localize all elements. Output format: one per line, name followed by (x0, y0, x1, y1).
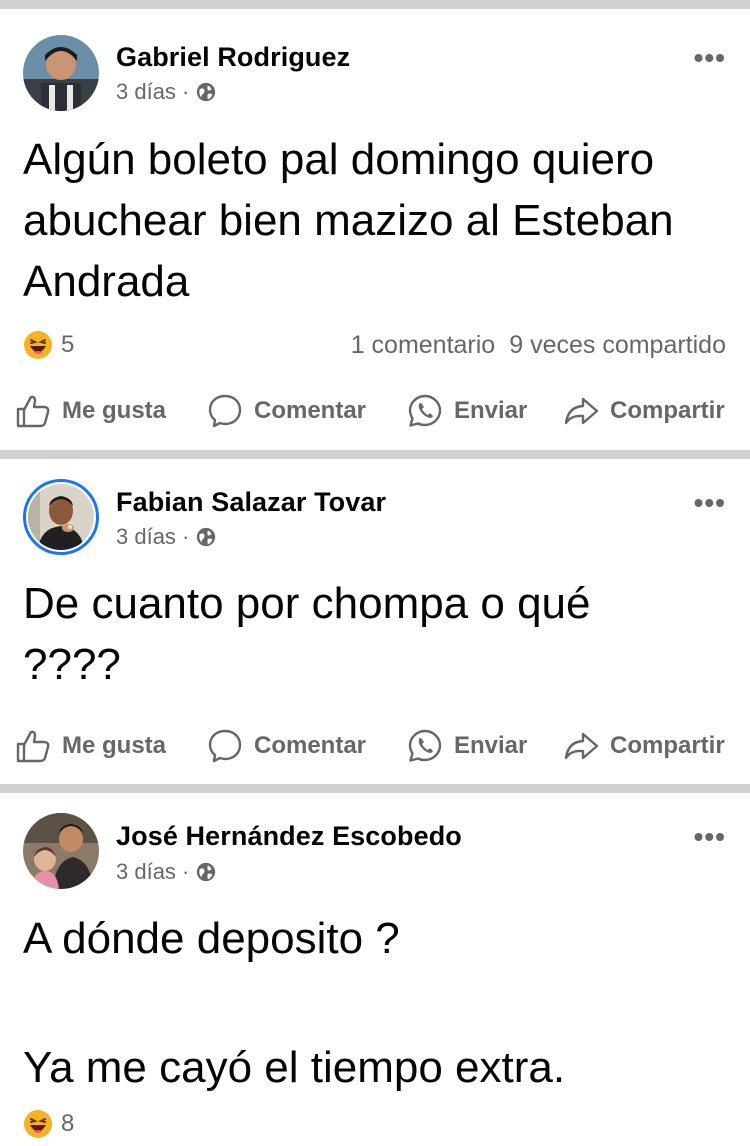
share-arrow-icon (564, 397, 599, 425)
like-label: Me gusta (62, 397, 167, 424)
comment-button[interactable]: Comentar (206, 721, 366, 771)
avatar-image (28, 484, 94, 550)
meta-separator: · (181, 859, 190, 884)
share-count-link[interactable]: 9 veces compartido (509, 331, 726, 360)
post-meta: 3 días · (116, 524, 217, 550)
haha-emoji-icon (24, 1110, 52, 1138)
send-button[interactable]: Enviar (406, 721, 527, 771)
avatar-image (23, 813, 99, 889)
avatar[interactable] (23, 813, 99, 889)
avatar[interactable] (23, 479, 99, 555)
avatar[interactable] (23, 35, 99, 111)
like-button[interactable]: Me gusta (14, 721, 166, 771)
feed-divider (0, 450, 750, 459)
share-button[interactable]: Compartir (562, 386, 725, 436)
comment-label: Comentar (254, 397, 367, 424)
post-time[interactable]: 3 días (116, 79, 176, 105)
thumbs-up-icon (16, 395, 50, 428)
send-button[interactable]: Enviar (406, 386, 527, 436)
post-meta: 3 días · (116, 79, 217, 105)
feed-divider (0, 784, 750, 793)
post-stats: 1 comentario 9 veces compartido (351, 331, 726, 360)
send-label: Enviar (454, 732, 528, 759)
globe-icon (197, 527, 216, 547)
globe-icon (197, 82, 216, 102)
reaction-summary[interactable]: 5 (23, 330, 74, 360)
author-name[interactable]: Gabriel Rodriguez (116, 42, 350, 73)
author-name[interactable]: Fabian Salazar Tovar (116, 487, 386, 518)
send-label: Enviar (454, 397, 528, 424)
more-options-button[interactable]: ••• (694, 44, 726, 72)
reaction-count: 8 (61, 1110, 75, 1137)
comment-label: Comentar (254, 732, 367, 759)
post-actions: Me gusta Comentar Enviar Compartir (0, 721, 750, 771)
whatsapp-icon (408, 394, 442, 427)
share-label: Compartir (610, 397, 725, 424)
like-label: Me gusta (62, 732, 167, 759)
meta-separator: · (181, 524, 190, 549)
like-button[interactable]: Me gusta (14, 386, 166, 436)
post-actions: Me gusta Comentar Enviar Compartir (0, 386, 750, 436)
comment-count-link[interactable]: 1 comentario (351, 331, 496, 360)
share-button[interactable]: Compartir (562, 721, 725, 771)
author-name[interactable]: José Hernández Escobedo (116, 821, 462, 852)
feed-divider (0, 0, 750, 9)
more-options-button[interactable]: ••• (694, 823, 726, 851)
post-time[interactable]: 3 días (116, 524, 176, 550)
post-body-line: Ya me cayó el tiempo extra. (23, 1043, 566, 1092)
post-body: De cuanto por chompa o qué ???? (23, 579, 591, 689)
share-arrow-icon (564, 732, 599, 760)
reaction-count: 5 (61, 331, 75, 358)
haha-emoji-icon (24, 331, 52, 359)
post-card: José Hernández Escobedo 3 días · ••• A d… (0, 793, 750, 1146)
reaction-summary[interactable]: 8 (23, 1109, 74, 1139)
avatar-image (23, 35, 99, 111)
comment-bubble-icon (208, 394, 242, 428)
meta-separator: · (181, 79, 190, 104)
thumbs-up-icon (16, 730, 50, 763)
globe-icon (197, 862, 216, 882)
post-time[interactable]: 3 días (116, 859, 176, 885)
share-label: Compartir (610, 732, 725, 759)
comment-button[interactable]: Comentar (206, 386, 366, 436)
post-meta: 3 días · (116, 859, 217, 885)
post-body: Algún boleto pal domingo quiero abuchear… (23, 135, 674, 306)
post-body-line: A dónde deposito ? (23, 914, 400, 963)
whatsapp-icon (408, 729, 442, 762)
post-card: Fabian Salazar Tovar 3 días · ••• De cua… (0, 459, 750, 784)
more-options-button[interactable]: ••• (694, 489, 726, 517)
post-card: Gabriel Rodriguez 3 días · ••• Algún bol… (0, 9, 750, 450)
comment-bubble-icon (208, 729, 242, 763)
